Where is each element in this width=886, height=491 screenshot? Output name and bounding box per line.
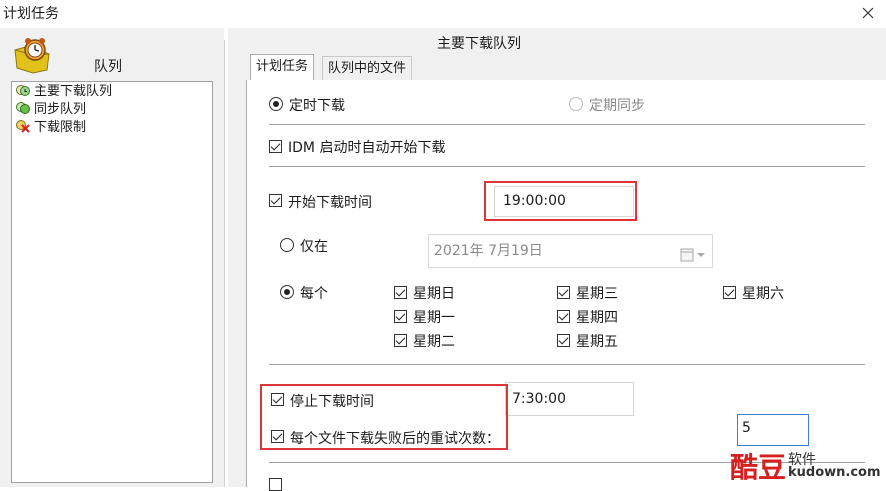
saturday-label: 星期六 (742, 286, 784, 302)
monday-label: 星期一 (413, 310, 455, 326)
stop-time-input[interactable]: 7:30:00 (505, 382, 634, 416)
retry-checkbox[interactable] (271, 430, 284, 443)
every-label: 每个 (300, 286, 328, 302)
start-time-input[interactable]: 19:00:00 (494, 186, 634, 217)
one-time-download-radio[interactable] (269, 97, 283, 111)
calendar-dropdown-icon[interactable] (680, 243, 706, 275)
once-label: 仅在 (300, 239, 328, 255)
periodic-sync-radio[interactable] (569, 97, 583, 111)
once-radio[interactable] (280, 238, 294, 252)
queue-tree[interactable]: 主要下载队列 同步队列 下载限制 (11, 81, 213, 483)
stop-time-checkbox[interactable] (271, 393, 284, 406)
alarm-clock-icon (13, 36, 51, 74)
thursday-checkbox[interactable] (557, 310, 570, 323)
wednesday-checkbox[interactable] (557, 286, 570, 299)
main-queue-icon (16, 83, 30, 97)
idm-start-label: IDM 启动时自动开始下载 (288, 140, 446, 156)
separator (269, 166, 865, 167)
close-icon[interactable] (861, 6, 886, 20)
queue-header: 队列 (94, 59, 122, 75)
tab-schedule[interactable]: 计划任务 (250, 54, 315, 81)
every-radio[interactable] (280, 285, 294, 299)
friday-label: 星期五 (576, 334, 618, 350)
tab-files-in-queue[interactable]: 队列中的文件 (322, 56, 413, 81)
separator (269, 124, 865, 125)
separator (269, 364, 865, 365)
one-time-download-label: 定时下载 (289, 98, 345, 114)
pane-divider (224, 40, 225, 487)
monday-checkbox[interactable] (394, 310, 407, 323)
saturday-checkbox[interactable] (723, 286, 736, 299)
idm-start-checkbox[interactable] (269, 140, 282, 153)
periodic-sync-label: 定期同步 (589, 98, 645, 114)
watermark-url: kudown.com (788, 465, 881, 480)
thursday-label: 星期四 (576, 310, 618, 326)
watermark-logo: 酷豆 (730, 451, 787, 484)
friday-checkbox[interactable] (557, 334, 570, 347)
partial-checkbox[interactable] (269, 478, 282, 491)
title-bar: 计划任务 (0, 0, 886, 28)
tree-item-main-queue[interactable]: 主要下载队列 (16, 83, 112, 101)
sync-queue-icon (16, 101, 30, 115)
start-time-label: 开始下载时间 (288, 195, 372, 211)
date-value: 2021年 7月19日 (434, 243, 543, 259)
wednesday-label: 星期三 (576, 286, 618, 302)
start-time-checkbox[interactable] (269, 194, 282, 207)
panel-title: 主要下载队列 (437, 36, 521, 52)
retry-label: 每个文件下载失败后的重试次数： (290, 431, 500, 447)
retry-count-input[interactable]: 5 (737, 414, 809, 446)
tree-item-label: 下载限制 (34, 120, 87, 135)
download-limit-icon (16, 119, 30, 133)
date-picker[interactable]: 2021年 7月19日 (428, 234, 713, 268)
tree-item-sync-queue[interactable]: 同步队列 (16, 101, 86, 119)
sunday-checkbox[interactable] (394, 286, 407, 299)
tuesday-label: 星期二 (413, 334, 455, 350)
sunday-label: 星期日 (413, 286, 455, 302)
tuesday-checkbox[interactable] (394, 334, 407, 347)
tree-item-download-limit[interactable]: 下载限制 (16, 119, 86, 137)
stop-time-label: 停止下载时间 (290, 394, 374, 410)
window-title: 计划任务 (3, 6, 59, 22)
tree-item-label: 同步队列 (34, 102, 87, 117)
tree-item-label: 主要下载队列 (34, 84, 113, 99)
